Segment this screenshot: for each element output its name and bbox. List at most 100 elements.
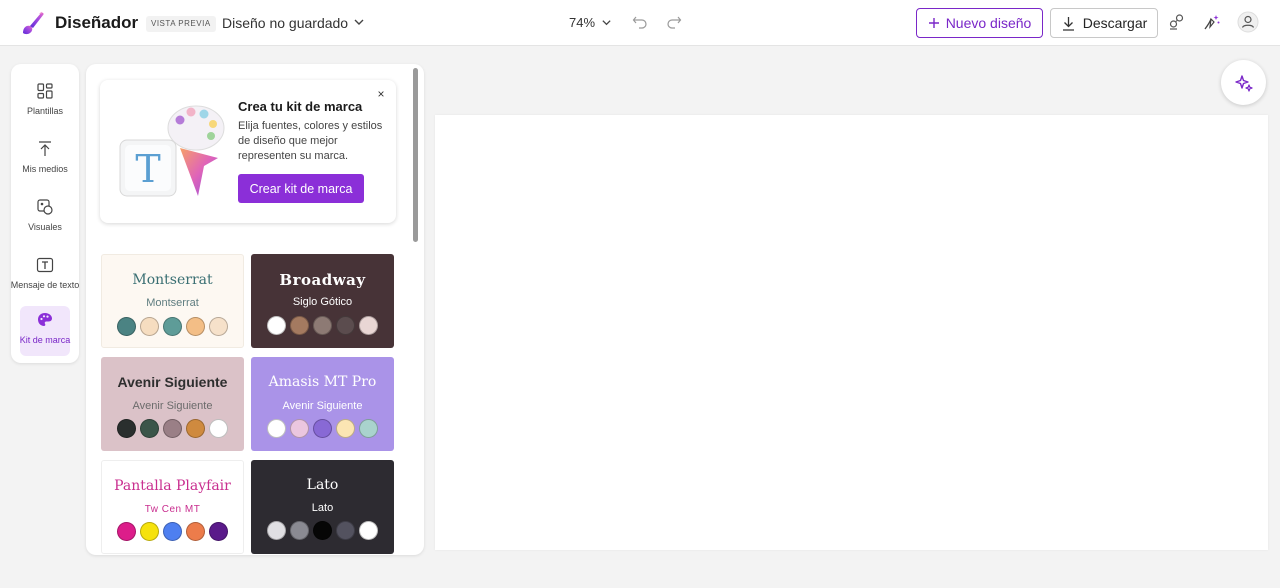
sidebar-item-visuals[interactable]: Visuales <box>11 193 79 243</box>
kit-heading-font: Montserrat <box>132 272 213 288</box>
kit-heading-font: Lato <box>306 477 339 493</box>
kit-subheading-font: Montserrat <box>146 297 199 309</box>
sparkle-icon <box>1234 74 1253 92</box>
left-rail: Plantillas Mis medios Visuales Mensaje d… <box>11 64 79 363</box>
promo-title: Crea tu kit de marca <box>238 99 363 114</box>
download-icon <box>1062 16 1074 31</box>
kit-heading-font: Broadway <box>279 271 366 289</box>
sidebar-item-text[interactable]: Mensaje de texto <box>11 251 79 301</box>
color-swatch <box>163 522 182 541</box>
color-swatch <box>117 317 136 336</box>
kit-subheading-font: Avenir Siguiente <box>132 400 213 412</box>
sidebar-item-label: Kit de marca <box>19 335 71 345</box>
new-design-button[interactable]: Nuevo diseño <box>916 8 1043 38</box>
color-swatch <box>313 419 332 438</box>
kit-heading-font: Avenir Siguiente <box>117 374 228 390</box>
kit-color-swatches <box>251 316 394 335</box>
brand-kit-card-broadway[interactable]: Broadway Siglo Gótico <box>251 254 394 348</box>
color-swatch <box>209 419 228 438</box>
kit-color-swatches <box>102 317 243 336</box>
chevron-down-icon[interactable] <box>601 17 612 28</box>
color-swatch <box>313 521 332 540</box>
kit-color-swatches <box>251 419 394 438</box>
panel-scrollbar[interactable] <box>413 68 418 242</box>
preview-badge: VISTA PREVIA <box>146 16 216 32</box>
color-swatch <box>313 316 332 335</box>
color-swatch <box>186 317 205 336</box>
zoom-level[interactable]: 74% <box>569 15 595 30</box>
color-swatch <box>336 521 355 540</box>
color-swatch <box>336 316 355 335</box>
download-label: Descargar <box>1082 15 1148 31</box>
designer-copilot-button[interactable] <box>1221 60 1266 105</box>
color-swatch <box>290 419 309 438</box>
brand-kit-card-montserrat[interactable]: Montserrat Montserrat <box>101 254 244 348</box>
kit-color-swatches <box>102 522 243 541</box>
kit-subheading-font: Lato <box>311 502 334 514</box>
kit-subheading-font: Tw Cen MT <box>144 504 201 515</box>
color-swatch <box>186 419 205 438</box>
app-name: Diseñador <box>55 13 139 32</box>
brand-kit-card-avenir[interactable]: Avenir Siguiente Avenir Siguiente <box>101 357 244 451</box>
brand-kit-card-lato[interactable]: Lato Lato <box>251 460 394 554</box>
sidebar-item-brand-kit[interactable]: Kit de marca <box>20 306 70 356</box>
sidebar-item-my-media[interactable]: Mis medios <box>11 135 79 185</box>
sidebar-item-label: Mensaje de texto <box>10 280 80 290</box>
chevron-down-icon[interactable] <box>353 16 365 28</box>
top-bar: Diseñador VISTA PREVIA Diseño no guardad… <box>0 0 1280 46</box>
kit-subheading-font: Avenir Siguiente <box>282 400 363 412</box>
color-swatch <box>209 522 228 541</box>
visuals-icon <box>37 199 53 215</box>
color-swatch <box>117 522 136 541</box>
brand-kit-card-playfair[interactable]: Pantalla Playfair Tw Cen MT <box>101 460 244 554</box>
color-swatch <box>117 419 136 438</box>
kit-subheading-font: Siglo Gótico <box>292 296 353 308</box>
kit-color-swatches <box>101 419 244 438</box>
color-swatch <box>140 522 159 541</box>
designer-logo-icon[interactable] <box>20 10 46 36</box>
sidebar-item-label: Mis medios <box>22 164 68 174</box>
promo-description: Elija fuentes, colores y estilos de dise… <box>238 120 383 162</box>
brand-kit-card-amasis[interactable]: Amasis MT Pro Avenir Siguiente <box>251 357 394 451</box>
sidebar-item-label: Plantillas <box>26 106 64 116</box>
download-button[interactable]: Descargar <box>1050 8 1158 38</box>
color-swatch <box>209 317 228 336</box>
color-swatch <box>359 521 378 540</box>
color-swatch <box>359 316 378 335</box>
brand-kit-illustration: T <box>119 105 225 197</box>
color-swatch <box>186 522 205 541</box>
color-swatch <box>163 419 182 438</box>
design-canvas[interactable] <box>435 115 1268 550</box>
new-design-label: Nuevo diseño <box>945 15 1032 31</box>
document-title[interactable]: Diseño no guardado <box>222 15 348 31</box>
magic-icon[interactable] <box>1200 11 1222 33</box>
kit-heading-font: Pantalla Playfair <box>114 478 231 494</box>
sidebar-item-label: Visuales <box>28 222 62 232</box>
sidebar-item-templates[interactable]: Plantillas <box>11 77 79 127</box>
color-swatch <box>267 316 286 335</box>
color-swatch <box>267 521 286 540</box>
undo-icon[interactable] <box>632 14 648 30</box>
kit-color-swatches <box>251 521 394 540</box>
color-swatch <box>336 419 355 438</box>
kit-heading-font: Amasis MT Pro <box>268 374 377 390</box>
color-swatch <box>140 419 159 438</box>
color-swatch <box>267 419 286 438</box>
redo-icon[interactable] <box>666 14 682 30</box>
plus-icon <box>928 18 939 28</box>
svg-text:T: T <box>135 147 160 191</box>
palette-icon <box>38 313 52 326</box>
create-brand-kit-button[interactable]: Crear kit de marca <box>238 174 364 203</box>
color-swatch <box>163 317 182 336</box>
color-swatch <box>140 317 159 336</box>
upload-icon <box>39 141 51 156</box>
color-swatch <box>359 419 378 438</box>
brand-kit-promo-card: T × Crea tu kit de marca Elija fuentes, … <box>100 80 396 223</box>
color-swatch <box>290 316 309 335</box>
templates-icon <box>37 83 53 99</box>
share-icon[interactable] <box>1166 11 1188 33</box>
color-swatch <box>290 521 309 540</box>
close-icon[interactable]: × <box>374 87 388 101</box>
account-icon[interactable] <box>1237 11 1259 33</box>
text-icon <box>36 257 54 273</box>
